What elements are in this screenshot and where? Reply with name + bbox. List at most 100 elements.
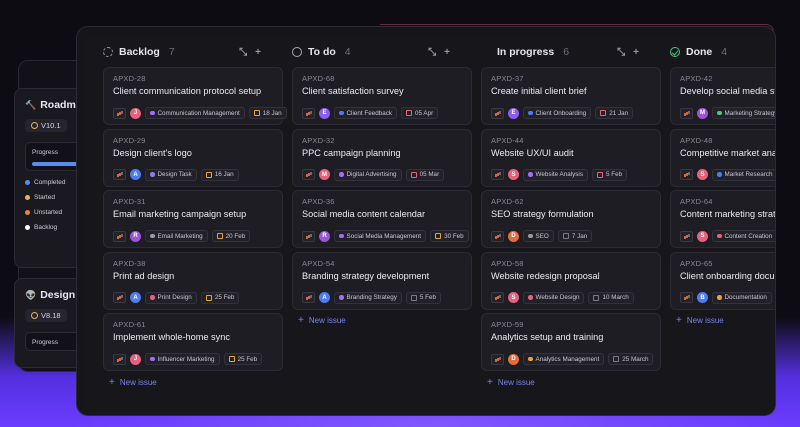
- priority-icon[interactable]: [491, 107, 504, 119]
- priority-icon[interactable]: [302, 292, 315, 303]
- priority-icon[interactable]: [302, 107, 315, 119]
- column-header[interactable]: Backlog 7 ⤡ +: [85, 37, 265, 67]
- issue-card[interactable]: APXD-29 Design client's logo A Design Ta…: [103, 128, 283, 187]
- priority-icon[interactable]: [113, 230, 126, 242]
- collapse-icon[interactable]: ⤡: [239, 47, 247, 58]
- new-issue-button[interactable]: + New issue: [298, 315, 346, 326]
- priority-icon[interactable]: [680, 107, 693, 119]
- new-issue-button[interactable]: + New issue: [109, 377, 157, 388]
- add-icon[interactable]: +: [633, 47, 639, 58]
- avatar[interactable]: S: [697, 169, 708, 180]
- new-issue-button[interactable]: + New issue: [676, 315, 724, 326]
- issue-card[interactable]: APXD-28 Client communication protocol se…: [103, 67, 287, 125]
- label-tag[interactable]: Analytics Management: [523, 353, 605, 365]
- issue-card[interactable]: APXD-37 Create initial client brief E Cl…: [481, 67, 661, 125]
- issue-card[interactable]: APXD-68 Client satisfaction survey E Cli…: [292, 67, 472, 125]
- label-tag[interactable]: Market Research: [712, 168, 775, 181]
- issue-card[interactable]: APXD-58 Website redesign proposal S Webs…: [481, 251, 661, 310]
- label-tag[interactable]: Website Design: [523, 291, 585, 304]
- avatar[interactable]: R: [130, 230, 141, 242]
- column-header[interactable]: To do 4 ⤡ +: [274, 37, 454, 67]
- label-tag[interactable]: Marketing Strategy: [712, 107, 775, 119]
- due-date[interactable]: 20 Feb: [211, 230, 251, 242]
- avatar[interactable]: D: [508, 353, 519, 365]
- label-tag[interactable]: Content Creation: [712, 230, 775, 242]
- column-header[interactable]: In progress 6 ⤡ +: [463, 37, 643, 67]
- due-date[interactable]: 16 Jan: [200, 168, 239, 181]
- avatar[interactable]: D: [508, 230, 519, 242]
- label-tag[interactable]: Email Marketing: [145, 230, 208, 242]
- priority-icon[interactable]: [113, 107, 126, 119]
- column-header[interactable]: Done 4: [652, 37, 775, 67]
- due-date[interactable]: 10 March: [588, 291, 634, 304]
- issue-card[interactable]: APXD-42 Develop social media strategy M …: [670, 67, 775, 125]
- due-date[interactable]: 25 Feb: [223, 353, 263, 365]
- priority-icon[interactable]: [680, 230, 693, 242]
- new-issue-button[interactable]: + New issue: [487, 377, 535, 388]
- priority-icon[interactable]: [680, 292, 693, 303]
- issue-card[interactable]: APXD-36 Social media content calendar R …: [292, 190, 472, 248]
- avatar[interactable]: J: [130, 353, 141, 365]
- issue-card[interactable]: APXD-32 PPC campaign planning M Digital …: [292, 128, 472, 187]
- column-title: Backlog: [119, 46, 160, 58]
- issue-card[interactable]: APXD-31 Email marketing campaign setup R…: [103, 190, 283, 248]
- issue-card[interactable]: APXD-59 Analytics setup and training D A…: [481, 313, 661, 371]
- add-icon[interactable]: +: [255, 47, 261, 58]
- label-tag[interactable]: Communication Management: [145, 107, 245, 119]
- issue-card[interactable]: APXD-65 Client onboarding documentation …: [670, 251, 775, 310]
- due-date[interactable]: 25 March: [608, 353, 654, 365]
- label-tag[interactable]: Print Design: [145, 291, 197, 304]
- avatar[interactable]: J: [130, 107, 141, 119]
- avatar[interactable]: R: [319, 230, 330, 242]
- tag-dot-icon: [717, 110, 722, 116]
- due-date[interactable]: 05 Apr: [401, 107, 439, 119]
- priority-icon[interactable]: [302, 169, 315, 180]
- priority-icon[interactable]: [491, 230, 504, 242]
- priority-icon[interactable]: [113, 292, 126, 303]
- label-tag[interactable]: Social Media Management: [334, 230, 427, 242]
- avatar[interactable]: S: [508, 292, 519, 303]
- priority-icon[interactable]: [113, 353, 126, 365]
- avatar[interactable]: S: [697, 230, 708, 242]
- avatar[interactable]: S: [508, 169, 519, 180]
- priority-icon[interactable]: [680, 169, 693, 180]
- avatar[interactable]: B: [697, 292, 708, 303]
- label-tag[interactable]: Influencer Marketing: [145, 353, 220, 365]
- priority-icon[interactable]: [113, 169, 126, 180]
- label-tag[interactable]: Client Feedback: [334, 107, 398, 119]
- issue-card[interactable]: APXD-48 Competitive market analysis S Ma…: [670, 128, 775, 187]
- collapse-icon[interactable]: ⤡: [617, 47, 625, 58]
- due-date[interactable]: 25 Feb: [200, 291, 240, 304]
- avatar[interactable]: A: [130, 292, 141, 303]
- avatar[interactable]: M: [697, 107, 708, 119]
- avatar[interactable]: M: [319, 169, 330, 180]
- label-tag[interactable]: Documentation: [712, 291, 772, 304]
- due-date[interactable]: 05 Mar: [405, 168, 445, 181]
- avatar[interactable]: A: [130, 169, 141, 180]
- due-date[interactable]: 7 Jan: [557, 230, 593, 242]
- issue-card[interactable]: APXD-61 Implement whole-home sync J Infl…: [103, 313, 283, 371]
- due-date[interactable]: 5 Feb: [405, 291, 442, 304]
- label-tag[interactable]: Design Task: [145, 168, 197, 181]
- issue-card[interactable]: APXD-62 SEO strategy formulation D SEO 7…: [481, 190, 661, 248]
- issue-card[interactable]: APXD-64 Content marketing strategy S Con…: [670, 190, 775, 248]
- priority-icon[interactable]: [491, 169, 504, 180]
- priority-icon[interactable]: [491, 292, 504, 303]
- collapse-icon[interactable]: ⤡: [428, 47, 436, 58]
- issue-card[interactable]: APXD-38 Print ad design A Print Design 2…: [103, 251, 283, 310]
- add-icon[interactable]: +: [444, 47, 450, 58]
- label-tag[interactable]: SEO: [523, 230, 554, 242]
- avatar[interactable]: E: [508, 107, 519, 119]
- avatar[interactable]: A: [319, 292, 330, 303]
- label-tag[interactable]: Branding Strategy: [334, 291, 402, 304]
- label-tag[interactable]: Website Analysis: [523, 168, 588, 181]
- label-tag[interactable]: Client Onboarding: [523, 107, 592, 119]
- label-tag[interactable]: Digital Advertising: [334, 168, 402, 181]
- due-date[interactable]: 5 Feb: [591, 168, 628, 181]
- priority-icon[interactable]: [491, 353, 504, 365]
- avatar[interactable]: E: [319, 107, 330, 119]
- issue-card[interactable]: APXD-54 Branding strategy development A …: [292, 251, 472, 310]
- priority-icon[interactable]: [302, 230, 315, 242]
- issue-card[interactable]: APXD-44 Website UX/UI audit S Website An…: [481, 128, 661, 187]
- due-date[interactable]: 21 Jan: [595, 107, 634, 119]
